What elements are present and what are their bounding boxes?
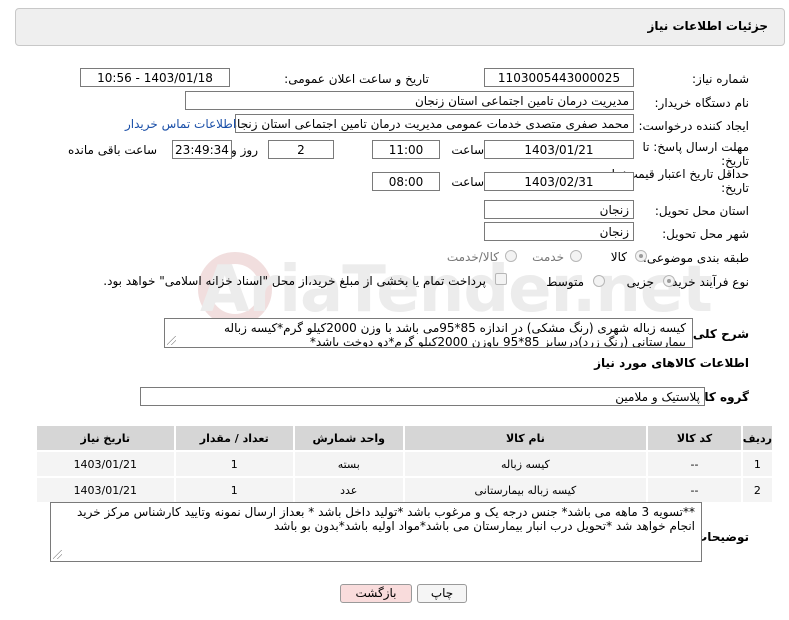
price-validity-time-field: 08:00 <box>372 172 440 191</box>
treasury-payment-note: پرداخت تمام یا بخشی از مبلغ خرید،از محل … <box>103 274 486 288</box>
process-option-minor: جزیی <box>626 275 654 289</box>
treasury-payment-checkbox[interactable] <box>495 273 507 285</box>
table-cell: 1 <box>173 476 295 504</box>
table-cell: کیسه زباله <box>402 450 649 478</box>
table-row: 1 -- کیسه زباله بسته 1 1403/01/21 <box>35 450 775 478</box>
table-cell: -- <box>646 476 743 504</box>
category-option-service: خدمت <box>532 250 564 264</box>
column-header: تعداد / مقدار <box>173 424 295 452</box>
buyer-notes-text: **تسویه 3 ماهه می باشد* جنس درجه یک و مر… <box>76 505 695 533</box>
watermark-text: AriaTender.net <box>200 253 713 327</box>
price-validity-date-field: 1403/02/31 <box>484 172 634 191</box>
table-cell: 2 <box>740 476 775 504</box>
deadline-date-field: 1403/01/21 <box>484 140 634 159</box>
category-radio-goods-service[interactable] <box>505 250 517 262</box>
goods-group-field: پلاستیک و ملامین <box>140 387 705 406</box>
print-button[interactable]: چاپ <box>417 584 467 603</box>
category-option-goods-service: کالا/خدمت <box>446 250 499 264</box>
deadline-time-label: ساعت <box>451 143 484 157</box>
table-cell: عدد <box>292 476 405 504</box>
creator-field: محمد صفری متصدی خدمات عمومی مدیریت درمان… <box>235 114 634 133</box>
column-header: واحد شمارش <box>292 424 405 452</box>
process-radio-medium[interactable] <box>593 275 605 287</box>
deadline-label-date: تاریخ: <box>721 154 749 168</box>
deadline-label: مهلت ارسال پاسخ: تا <box>642 140 749 154</box>
remaining-time-label: ساعت باقی مانده <box>67 143 157 157</box>
days-label: روز و <box>231 143 258 157</box>
table-cell: 1403/01/21 <box>35 476 176 504</box>
province-label: استان محل تحویل: <box>654 204 749 218</box>
buyer-org-label: نام دستگاه خریدار: <box>654 96 750 110</box>
goods-section-title: اطلاعات کالاهای مورد نیاز <box>594 356 749 370</box>
table-row: 2 -- کیسه زباله بیمارستانی عدد 1 1403/01… <box>35 476 775 504</box>
column-header: تاریخ نیاز <box>35 424 176 452</box>
buyer-org-field: مدیریت درمان تامین اجتماعی استان زنجان <box>185 91 634 110</box>
description-textarea[interactable]: کیسه زباله شهری (رنگ مشکی) در اندازه 85*… <box>164 318 693 348</box>
table-cell: 1 <box>740 450 775 478</box>
buyer-contact-link[interactable]: اطلاعات تماس خریدار <box>125 117 236 131</box>
category-radio-goods[interactable] <box>635 250 647 262</box>
province-field: زنجان <box>484 200 634 219</box>
category-radio-service[interactable] <box>570 250 582 262</box>
city-field: زنجان <box>484 222 634 241</box>
page-header: جزئیات اطلاعات نیاز <box>15 8 785 46</box>
process-type-label: نوع فرآیند خرید : <box>664 275 749 289</box>
table-cell: -- <box>646 450 743 478</box>
creator-label: ایجاد کننده درخواست: <box>638 119 749 133</box>
watermark-logo <box>198 252 272 326</box>
table-cell: 1 <box>173 450 295 478</box>
category-option-goods: کالا <box>610 250 627 264</box>
table-header-row: ردیف کد کالا نام کالا واحد شمارش تعداد /… <box>35 424 775 452</box>
resize-grip-icon[interactable] <box>167 336 176 345</box>
column-header: کد کالا <box>646 424 743 452</box>
city-label: شهر محل تحویل: <box>662 227 749 241</box>
back-button[interactable]: بازگشت <box>340 584 412 603</box>
process-radio-minor[interactable] <box>663 275 675 287</box>
category-label: طبقه بندی موضوعی: <box>642 251 749 265</box>
days-remaining-field: 2 <box>268 140 334 159</box>
price-validity-label-date: تاریخ: <box>721 181 749 195</box>
table-cell: 1403/01/21 <box>35 450 176 478</box>
goods-table: ردیف کد کالا نام کالا واحد شمارش تعداد /… <box>35 424 775 504</box>
description-text: کیسه زباله شهری (رنگ مشکی) در اندازه 85*… <box>224 321 686 348</box>
need-number-field: 1103005443000025 <box>484 68 634 87</box>
announce-date-field: 1403/01/18 - 10:56 <box>80 68 230 87</box>
table-cell: کیسه زباله بیمارستانی <box>402 476 649 504</box>
column-header: نام کالا <box>402 424 649 452</box>
announce-date-label: تاریخ و ساعت اعلان عمومی: <box>284 72 429 86</box>
remaining-time-field: 23:49:34 <box>172 140 232 159</box>
process-option-medium: متوسط <box>546 275 584 289</box>
price-validity-time-label: ساعت <box>451 175 484 189</box>
table-cell: بسته <box>292 450 405 478</box>
buyer-notes-textarea[interactable]: **تسویه 3 ماهه می باشد* جنس درجه یک و مر… <box>50 502 702 562</box>
deadline-time-field: 11:00 <box>372 140 440 159</box>
column-header: ردیف <box>740 424 775 452</box>
page-title: جزئیات اطلاعات نیاز <box>647 19 768 33</box>
need-number-label: شماره نیاز: <box>692 72 749 86</box>
resize-grip-icon[interactable] <box>53 550 62 559</box>
